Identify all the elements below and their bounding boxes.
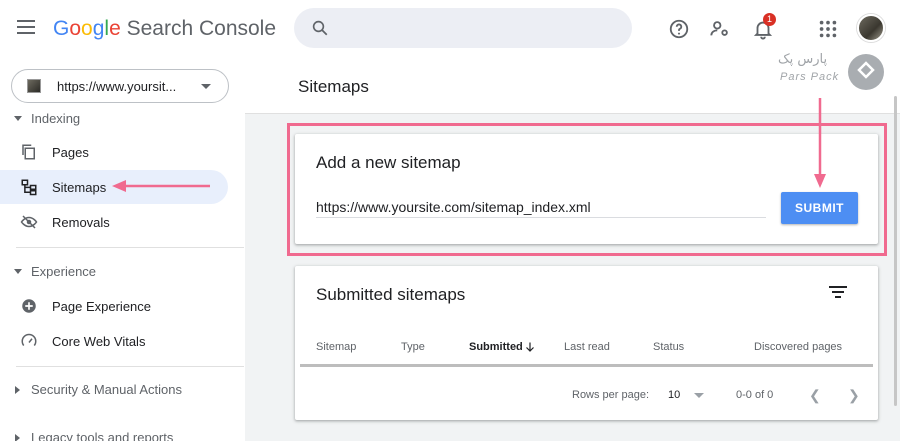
watermark-text-fa: پارس پک xyxy=(778,52,828,67)
arrow-to-submit xyxy=(814,98,826,188)
arrow-to-sitemaps xyxy=(112,180,210,192)
annotation-arrows xyxy=(112,98,826,192)
parspack-logo-icon xyxy=(848,54,884,90)
watermark: پارس پک Pars Pack xyxy=(778,52,888,92)
watermark-text-en: Pars Pack xyxy=(780,71,840,83)
